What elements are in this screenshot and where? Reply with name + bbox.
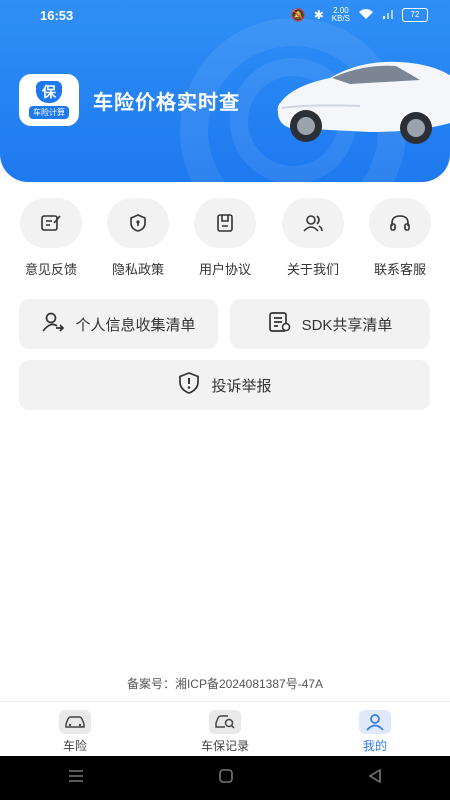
app-logo: 保 车险计算 xyxy=(19,74,79,126)
icp-record-number: 备案号：湘ICP备2024081387号-47A xyxy=(126,677,324,691)
complaint-report-label: 投诉举报 xyxy=(211,377,272,395)
logo-shield-icon: 保 xyxy=(36,81,62,103)
tab-insurance-records[interactable]: 车保记录 xyxy=(150,702,300,757)
header-banner: 16:53 🔕 ✱ 2.00 KB/S 72 保 车险计算 车险价格实时查 xyxy=(0,0,450,182)
quick-link-support[interactable]: 联系客服 xyxy=(365,198,435,278)
profile-icon xyxy=(359,710,391,734)
quick-links: 意见反馈 隐私政策 用户协议 关于我们 联系客服 xyxy=(0,198,450,278)
sdk-share-list-label: SDK共享清单 xyxy=(301,316,393,334)
quick-link-label: 联系客服 xyxy=(373,262,426,277)
menu-icon[interactable] xyxy=(67,769,85,788)
battery-indicator: 72 xyxy=(402,8,428,22)
personal-info-list-button[interactable]: 个人信息收集清单 xyxy=(19,299,218,349)
complaint-report-button[interactable]: 投诉举报 xyxy=(19,360,430,410)
quick-link-feedback[interactable]: 意见反馈 xyxy=(16,198,86,278)
status-bar: 16:53 🔕 ✱ 2.00 KB/S 72 xyxy=(0,0,450,30)
mute-bell-icon: 🔕 xyxy=(290,8,306,22)
agreement-icon xyxy=(194,198,256,248)
home-icon[interactable] xyxy=(218,768,234,789)
personal-info-list-label: 个人信息收集清单 xyxy=(75,316,196,334)
document-list-icon xyxy=(268,311,292,337)
quick-link-about[interactable]: 关于我们 xyxy=(278,198,348,278)
tab-label: 车保记录 xyxy=(200,739,249,753)
wifi-icon xyxy=(358,8,374,23)
tab-label: 车险 xyxy=(62,739,87,753)
tab-label: 我的 xyxy=(362,739,387,753)
car-illustration xyxy=(277,61,450,144)
quick-link-label: 用户协议 xyxy=(198,262,251,277)
quick-link-label: 隐私政策 xyxy=(111,262,164,277)
app-title: 车险价格实时查 xyxy=(93,92,240,114)
record-search-icon xyxy=(209,710,241,734)
warning-shield-icon xyxy=(177,371,201,399)
logo-tag: 车险计算 xyxy=(29,106,69,119)
feedback-icon xyxy=(20,198,82,248)
system-navigation-bar xyxy=(0,756,450,800)
network-speed: 2.00 KB/S xyxy=(331,6,350,23)
quick-link-agreement[interactable]: 用户协议 xyxy=(190,198,260,278)
status-time: 16:53 xyxy=(40,8,74,23)
sdk-share-list-button[interactable]: SDK共享清单 xyxy=(230,299,430,349)
back-icon[interactable] xyxy=(367,768,383,789)
user-arrow-icon xyxy=(41,311,65,337)
bottom-tab-bar: 车险 车保记录 我的 xyxy=(0,701,450,757)
quick-link-privacy[interactable]: 隐私政策 xyxy=(103,198,173,278)
quick-link-label: 关于我们 xyxy=(286,262,339,277)
privacy-shield-icon xyxy=(107,198,169,248)
headset-icon xyxy=(369,198,431,248)
car-icon xyxy=(59,710,91,734)
quick-link-label: 意见反馈 xyxy=(24,262,77,277)
signal-icon xyxy=(382,8,394,23)
bluetooth-icon: ✱ xyxy=(313,8,324,22)
about-users-icon xyxy=(282,198,344,248)
tab-mine[interactable]: 我的 xyxy=(300,702,450,757)
tab-car-insurance[interactable]: 车险 xyxy=(0,702,150,757)
